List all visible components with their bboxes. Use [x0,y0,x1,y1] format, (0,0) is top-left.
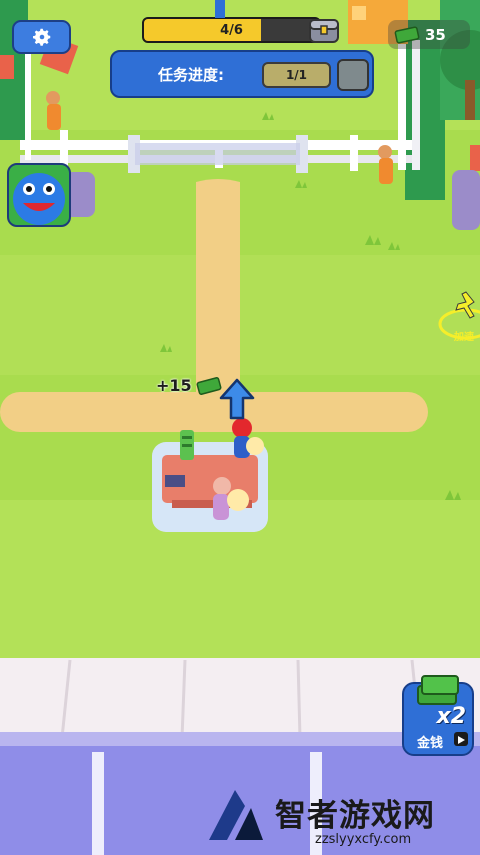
stone-icon [337,59,369,91]
gate [135,143,300,165]
video-ad-icon [454,732,468,746]
cash-icon [394,25,420,44]
prisoner-right [378,145,393,184]
watermark-logo-icon [209,790,263,840]
cash-counter: 35 [388,20,470,49]
path-vertical [196,179,240,400]
cash-amount: 35 [425,25,446,44]
speed-zone-label: 加速 [454,332,474,343]
reward-amount: +15 [156,376,192,395]
multiplier-text: x2 [436,704,467,729]
path-horizontal [0,392,428,432]
prisoner-left [46,91,61,130]
level-arrow-icon [205,0,235,18]
level-progress-text: 4/6 [220,22,243,38]
game-scene[interactable]: 4/6 35 任务进度: 1/1 加速 +15 x2 金钱 智者游戏网 zzsl… [0,0,480,855]
pedestal-right [452,170,480,230]
watermark-url: zzslyyxcfy.com [315,832,412,847]
blue-monster-avatar-icon [13,173,65,225]
settings-button[interactable] [12,20,71,54]
gear-icon [32,28,50,46]
task-progress-panel: 任务进度: 1/1 [110,50,374,98]
level-progress-bar: 4/6 [142,17,321,43]
speed-zone[interactable]: 加速 [436,290,480,343]
watermark-title: 智者游戏网 [275,798,435,834]
task-progress-pill: 1/1 [262,62,331,88]
up-arrow-icon[interactable] [219,378,255,420]
watermark: 智者游戏网 zzslyyxcfy.com [205,782,480,855]
task-progress-label: 任务进度: [158,66,224,84]
treasure-chest-icon[interactable] [308,14,340,44]
cash-icon [196,376,222,395]
task-progress-text: 1/1 [285,68,308,82]
blue-monster-avatar-button[interactable] [7,163,71,227]
floating-reward: +15 [156,376,222,395]
bonus-label: 金钱 [417,736,444,751]
double-money-button[interactable]: x2 金钱 [402,675,474,756]
